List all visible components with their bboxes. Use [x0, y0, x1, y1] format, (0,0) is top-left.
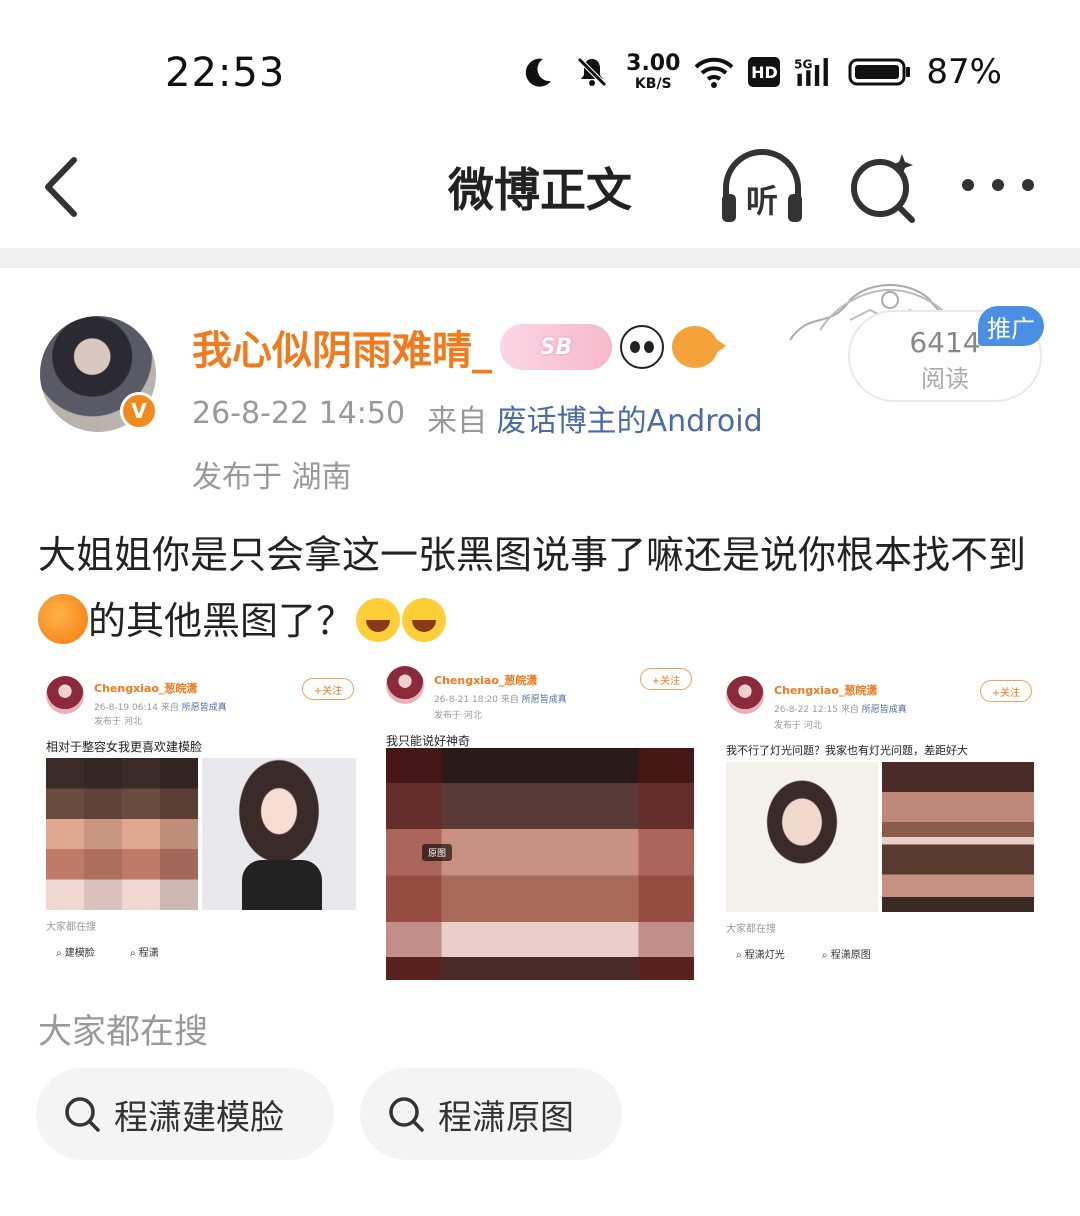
laugh-cry-emoji-icon — [356, 598, 401, 642]
laugh-cry-emoji-icon — [402, 598, 447, 642]
orange-emoji-icon — [38, 594, 88, 644]
source-link[interactable]: 废话博主的Android — [497, 404, 763, 439]
promo-tag[interactable]: 推广 — [978, 306, 1044, 346]
mini-follow-button: +关注 — [302, 678, 354, 700]
hot-search-chip-label: 程潇原图 — [438, 1097, 574, 1138]
fish-icon — [672, 326, 726, 368]
author-name-row: 我心似阴雨难晴_ SB — [192, 318, 726, 376]
status-bar: 22:53 3.00 KB/S HD 5G 87% — [0, 0, 1080, 120]
fan-badge[interactable]: SB — [500, 324, 612, 370]
post-image-1[interactable]: Chengxiao_葱皖潇 26-8-19 06:14 来自 所愿皆成真 发布于… — [36, 660, 366, 978]
hot-search-chip[interactable]: 程潇原图 — [360, 1068, 622, 1160]
post-text-part2: 的其他黑图了？ — [88, 599, 355, 643]
post-location: 发布于 湖南 — [192, 460, 352, 495]
mini-chip: ⌕ 程潇原图 — [822, 950, 871, 961]
mini-follow-button: +关注 — [640, 668, 692, 690]
more-dot-icon — [992, 179, 1004, 191]
mini-meta: 26-8-22 12:15 来自 所愿皆成真 — [774, 705, 907, 715]
search-button[interactable] — [846, 148, 922, 228]
listen-label: 听 — [746, 182, 778, 220]
post-image-2[interactable]: Chengxiao_葱皖潇 26-8-21 18:20 来自 所愿皆成真 发布于… — [376, 650, 704, 980]
wifi-icon — [694, 52, 734, 92]
mini-follow-button: +关注 — [980, 680, 1032, 702]
pixelated-photo — [46, 758, 198, 910]
mini-chip: ⌕ 程潇 — [130, 948, 159, 959]
mini-location: 发布于 河北 — [774, 721, 822, 731]
mini-chip: ⌕ 建模脸 — [56, 948, 95, 959]
hot-search-label: 大家都在搜 — [38, 1012, 208, 1052]
battery-icon — [848, 52, 912, 92]
status-icons: 3.00 KB/S HD 5G 87% — [518, 46, 1002, 98]
more-button[interactable] — [962, 160, 1034, 210]
mini-meta: 26-8-21 18:20 来自 所愿皆成真 — [434, 695, 567, 705]
mini-avatar — [386, 666, 424, 704]
mini-username: Chengxiao_葱皖潇 — [774, 684, 878, 697]
search-sparkle-icon — [851, 154, 915, 223]
section-divider — [0, 248, 1080, 268]
post-timestamp: 26-8-22 14:50 — [192, 396, 406, 431]
source-prefix: 来自 — [427, 404, 488, 439]
mini-hot-label: 大家都在搜 — [726, 924, 776, 935]
mini-username: Chengxiao_葱皖潇 — [94, 682, 198, 695]
original-image-tag: 原图 — [422, 844, 453, 861]
search-icon — [389, 1097, 424, 1132]
verified-badge-icon: V — [120, 392, 158, 430]
post-image-3[interactable]: Chengxiao_葱皖潇 26-8-22 12:15 来自 所愿皆成真 发布于… — [716, 662, 1046, 978]
portrait-photo — [726, 762, 878, 912]
bell-muted-icon — [572, 52, 612, 92]
mini-hot-label: 大家都在搜 — [46, 922, 96, 933]
mini-location: 发布于 河北 — [94, 717, 142, 727]
headphones-icon: 听 — [722, 149, 802, 222]
signal-label: 5G — [794, 58, 812, 72]
post-source: 来自 废话博主的Android — [427, 396, 763, 440]
hd-badge: HD — [748, 57, 781, 87]
read-label: 阅读 — [921, 364, 969, 393]
mini-username: Chengxiao_葱皖潇 — [434, 674, 538, 687]
post-body: 大姐姐你是只会拿这一张黑图说事了嘛还是说你根本找不到的其他黑图了？ — [38, 522, 1048, 654]
more-dot-icon — [1022, 179, 1034, 191]
battery-percent: 87% — [926, 52, 1002, 92]
listen-button[interactable]: 听 — [716, 148, 808, 228]
net-speed: 3.00 KB/S — [626, 51, 681, 92]
panda-icon — [620, 325, 664, 369]
mini-location: 发布于 河北 — [434, 711, 482, 721]
pixelated-photo — [882, 762, 1034, 912]
signal-icon: 5G — [794, 52, 834, 92]
mini-post-text: 我不行了灯光问题？我家也有灯光问题，差距好大 — [726, 744, 968, 757]
post-text-part1: 大姐姐你是只会拿这一张黑图说事了嘛还是说你根本找不到 — [38, 533, 1027, 577]
pixelated-photo: 原图 — [386, 748, 694, 980]
author-username[interactable]: 我心似阴雨难晴_ — [192, 318, 492, 376]
clock: 22:53 — [165, 50, 286, 96]
moon-icon — [518, 52, 558, 92]
search-icon — [65, 1097, 100, 1132]
mini-post-text: 我只能说好神奇 — [386, 734, 471, 748]
post-meta: 26-8-22 14:50 来自 废话博主的Android — [192, 396, 763, 440]
mini-meta: 26-8-19 06:14 来自 所愿皆成真 — [94, 703, 227, 713]
nav-bar: 微博正文 听 — [0, 130, 1080, 240]
hot-search-chip[interactable]: 程潇建模脸 — [36, 1068, 334, 1160]
mini-chip: ⌕ 程潇灯光 — [736, 950, 785, 961]
mini-avatar — [46, 676, 84, 714]
portrait-photo — [202, 758, 356, 910]
more-dot-icon — [962, 179, 974, 191]
mini-post-text: 相对于整容女我更喜欢建模脸 — [46, 740, 203, 754]
mini-avatar — [726, 676, 764, 714]
hot-search-chip-label: 程潇建模脸 — [114, 1097, 284, 1138]
